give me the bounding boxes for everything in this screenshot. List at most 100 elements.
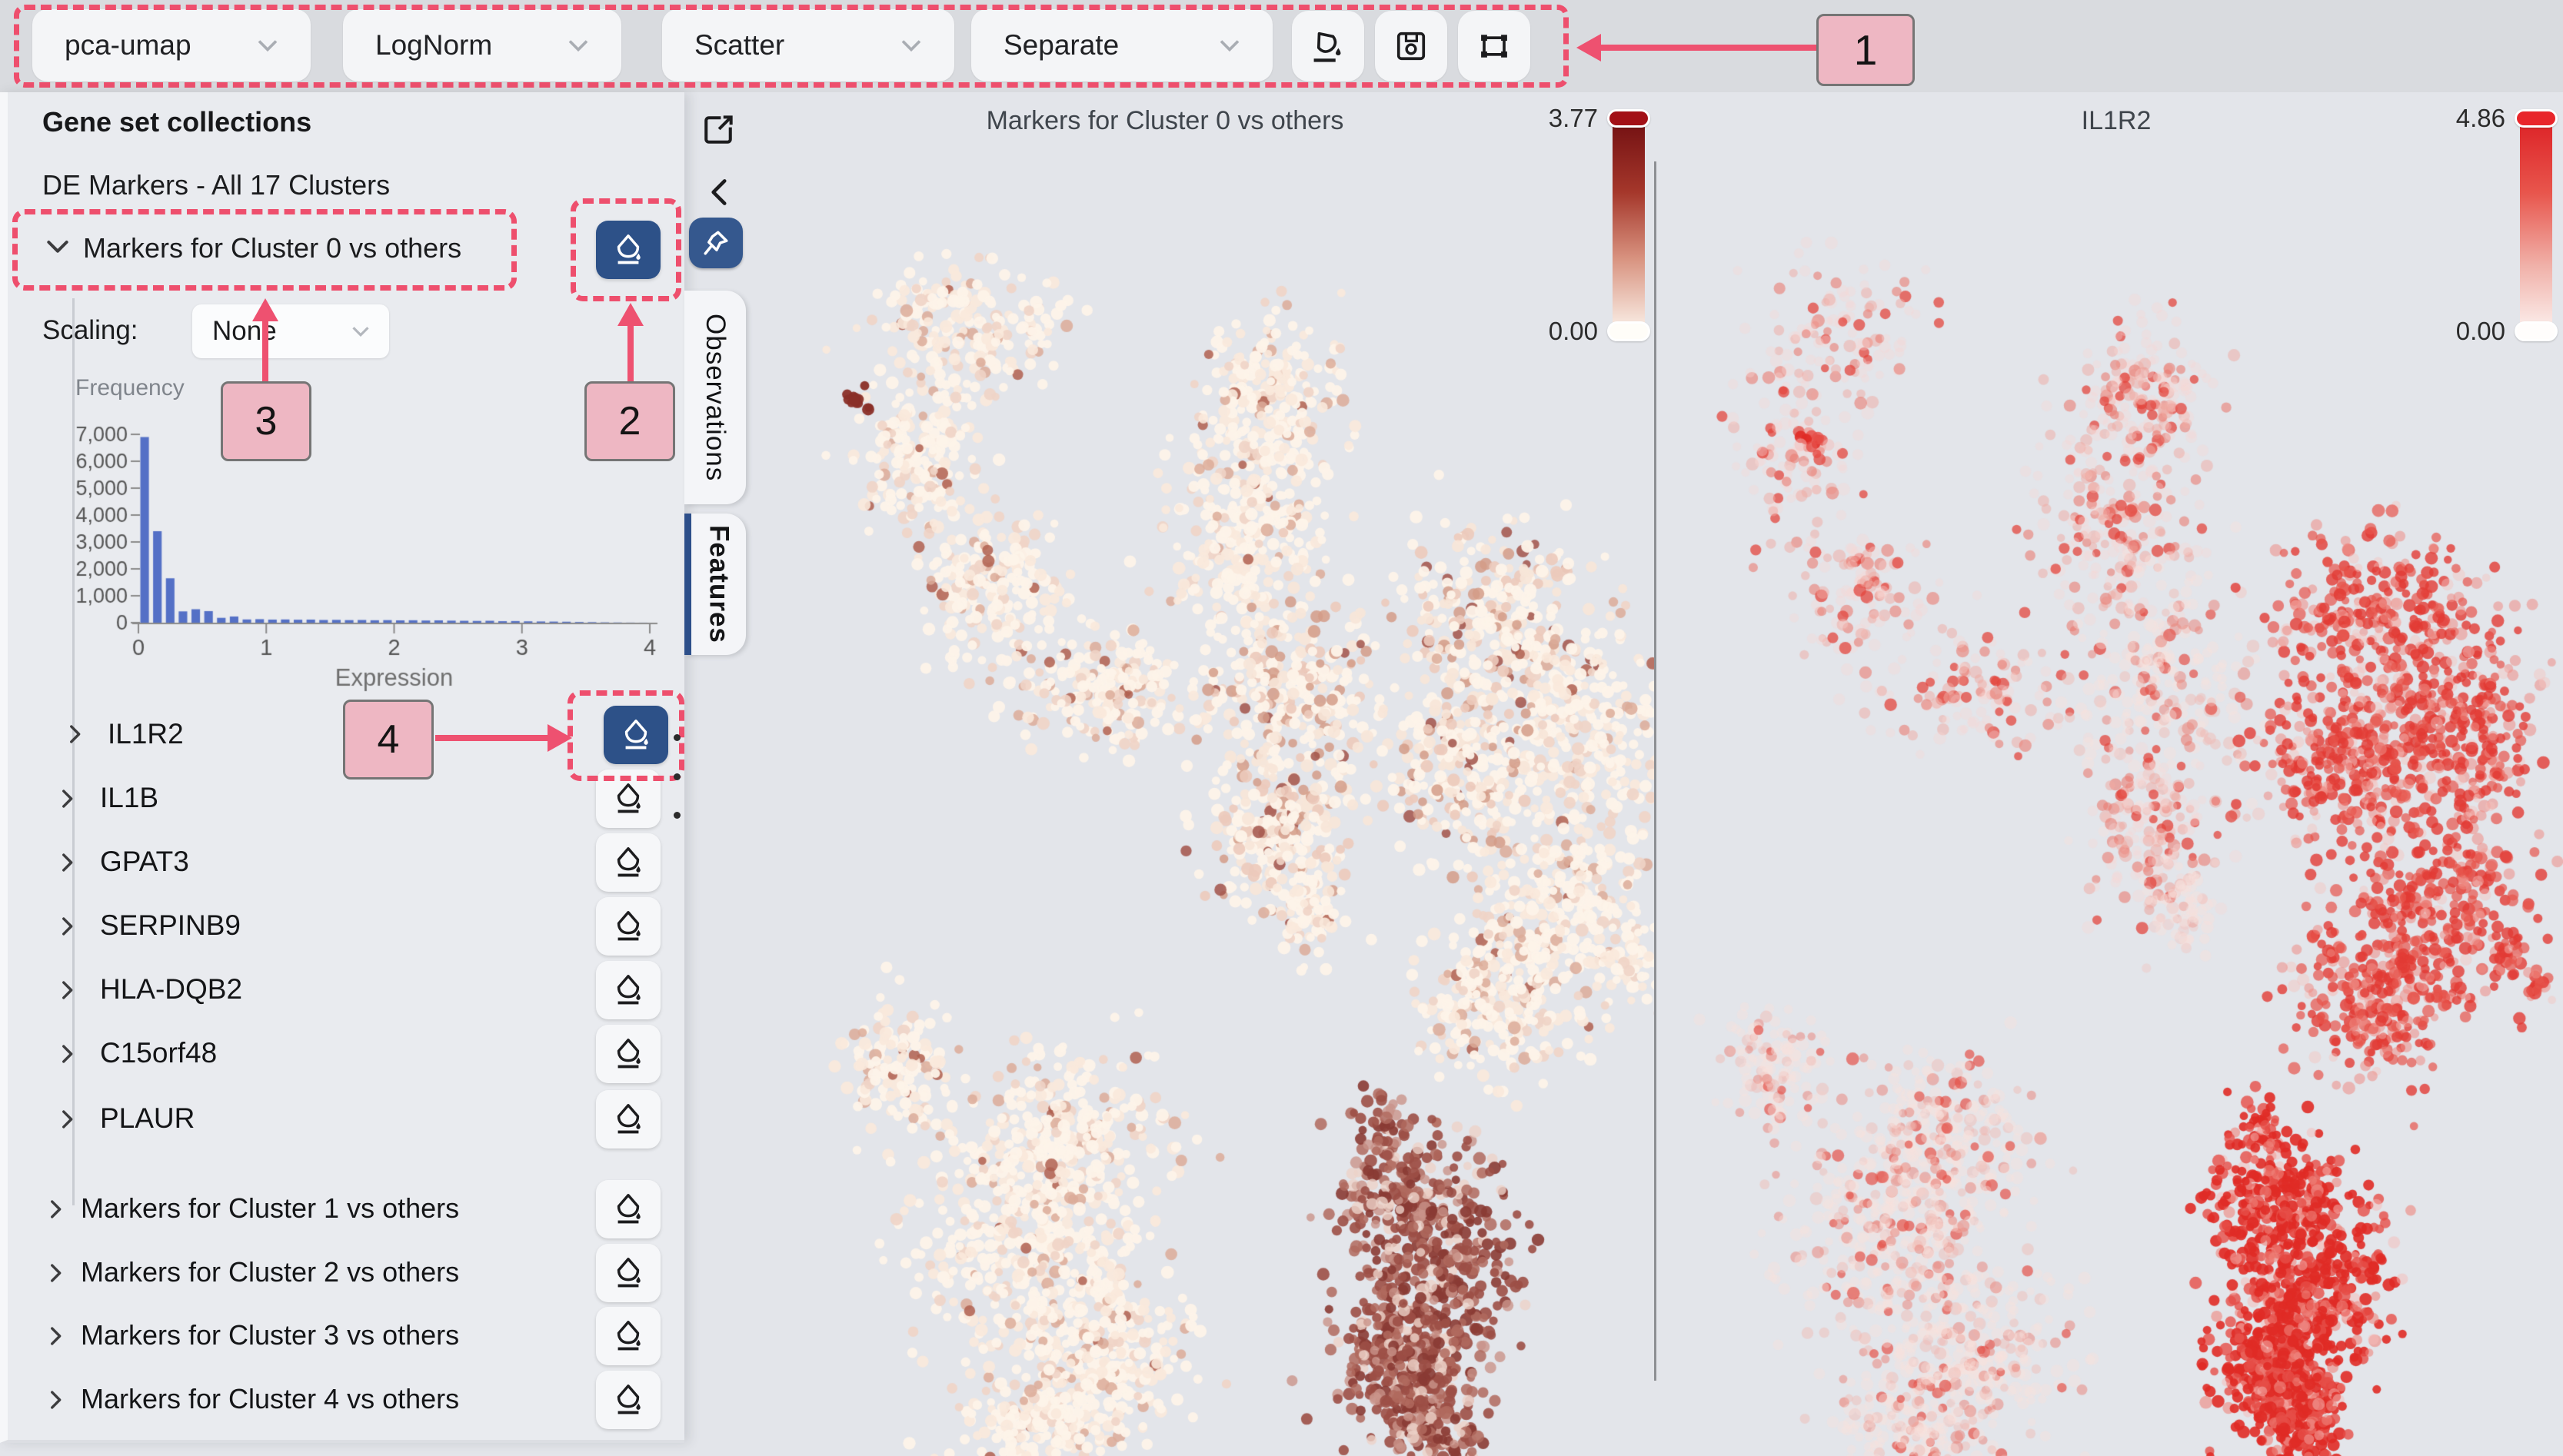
- tab-features[interactable]: Features: [684, 514, 746, 655]
- annotation-arrow-1: [1598, 45, 1816, 51]
- gene-fill-button[interactable]: [596, 1025, 661, 1083]
- gene-label[interactable]: C15orf48: [100, 1037, 217, 1069]
- annotation-arrow-3: [262, 317, 268, 381]
- gene-fill-button[interactable]: [596, 770, 661, 828]
- expand-gene-chevron[interactable]: [54, 912, 80, 941]
- gate-select-button[interactable]: [1458, 11, 1530, 81]
- gene-set-fill-button[interactable]: [596, 1244, 661, 1302]
- embedding-dropdown[interactable]: pca-umap: [32, 9, 311, 81]
- chevron-down-icon: [346, 317, 375, 346]
- gene-label[interactable]: IL1R2: [108, 718, 184, 750]
- gene-label[interactable]: SERPINB9: [100, 909, 241, 942]
- collapse-sidebar-button[interactable]: [698, 171, 741, 213]
- open-external-button[interactable]: [696, 108, 741, 152]
- layout-mode-dropdown[interactable]: Separate: [971, 9, 1273, 81]
- fill-color-icon: [611, 845, 646, 880]
- save-icon: [1391, 26, 1431, 66]
- expand-gene-set-chevron[interactable]: [42, 1321, 68, 1351]
- scaling-label: Scaling:: [42, 315, 138, 346]
- annotation-badge-2: 2: [584, 381, 675, 461]
- fill-color-icon: [611, 1255, 646, 1291]
- colorbar1-top-handle[interactable]: [1607, 109, 1650, 128]
- histogram-ylabel: Frequency: [75, 375, 185, 401]
- fill-color-icon: [611, 909, 646, 944]
- chevron-down-icon: [1213, 28, 1247, 62]
- colorbar2-top-handle[interactable]: [2515, 109, 2558, 128]
- plot-type-value: Scatter: [694, 29, 784, 61]
- expand-gene-set-chevron[interactable]: [42, 1385, 68, 1414]
- gene-fill-button[interactable]: [596, 1090, 661, 1149]
- gene-label[interactable]: PLAUR: [100, 1102, 195, 1135]
- colorbar2[interactable]: [2520, 115, 2552, 335]
- gene-sets-sidebar: Gene set collections DE Markers - All 17…: [0, 92, 684, 1443]
- annotation-badge-1: 1: [1816, 14, 1915, 86]
- gene-set-label[interactable]: Markers for Cluster 1 vs others: [81, 1192, 459, 1225]
- panel-resize-handle[interactable]: [674, 734, 681, 819]
- fill-color-icon: [611, 1318, 646, 1354]
- main-toolbar: pca-umap LogNorm Scatter Separate: [0, 0, 2563, 92]
- panel1-title: Markers for Cluster 0 vs others: [781, 106, 1549, 136]
- colorbar1-max: 3.77: [1498, 104, 1598, 133]
- gene-set-label[interactable]: Markers for Cluster 2 vs others: [81, 1256, 459, 1288]
- colorbar2-bottom-handle[interactable]: [2515, 321, 2558, 341]
- gene-label[interactable]: GPAT3: [100, 846, 189, 878]
- normalization-dropdown[interactable]: LogNorm: [343, 9, 621, 81]
- gene-set-fill-button[interactable]: [596, 1371, 661, 1429]
- annotation-arrow-2: [627, 321, 634, 383]
- normalization-value: LogNorm: [375, 29, 492, 61]
- colorbar2-max: 4.86: [2405, 104, 2505, 133]
- gene-set-label[interactable]: Markers for Cluster 4 vs others: [81, 1383, 459, 1415]
- gene-fill-button-active[interactable]: [604, 706, 668, 764]
- colorbar1-min: 0.00: [1498, 317, 1598, 346]
- panel-divider: [1654, 161, 1656, 1381]
- expand-gene-chevron[interactable]: [54, 976, 80, 1005]
- chevron-down-icon: [561, 28, 595, 62]
- set-fill-button-active[interactable]: [596, 221, 661, 279]
- annotation-badge-3: 3: [221, 381, 311, 461]
- gene-fill-button[interactable]: [596, 961, 661, 1019]
- collection-name: DE Markers - All 17 Clusters: [42, 169, 390, 201]
- gene-set-fill-button[interactable]: [596, 1180, 661, 1238]
- embedding-value: pca-umap: [65, 29, 191, 61]
- chevron-left-icon: [701, 173, 739, 211]
- fill-color-icon: [618, 717, 654, 753]
- expand-gene-chevron[interactable]: [54, 1039, 80, 1069]
- colorbar1-bottom-handle[interactable]: [1607, 321, 1650, 341]
- gene-set-fill-button[interactable]: [596, 1307, 661, 1365]
- gene-label[interactable]: HLA-DQB2: [100, 973, 242, 1006]
- expression-histogram[interactable]: [31, 400, 669, 692]
- sidebar-title: Gene set collections: [42, 106, 311, 138]
- colorbar1[interactable]: [1613, 115, 1645, 335]
- gene-fill-button[interactable]: [596, 833, 661, 892]
- gate-select-icon: [1474, 26, 1514, 66]
- gene-set-label[interactable]: Markers for Cluster 0 vs others: [83, 232, 461, 264]
- chevron-down-icon: [894, 28, 928, 62]
- plot-type-dropdown[interactable]: Scatter: [662, 9, 954, 81]
- annotation-arrow-4: [435, 735, 549, 741]
- gene-fill-button[interactable]: [596, 897, 661, 956]
- save-button[interactable]: [1375, 11, 1447, 81]
- pin-icon: [699, 226, 733, 260]
- panel2-title: IL1R2: [1732, 106, 2501, 136]
- fill-color-button[interactable]: [1292, 11, 1364, 81]
- fill-color-icon: [611, 1382, 646, 1418]
- expand-gene-set-chevron[interactable]: [42, 1258, 68, 1288]
- annotation-badge-4: 4: [343, 700, 434, 780]
- pin-sidebar-button[interactable]: [689, 218, 743, 268]
- fill-color-icon: [611, 1036, 646, 1072]
- expand-gene-chevron[interactable]: [54, 848, 80, 877]
- annotation-arrow-4-head: [548, 724, 572, 752]
- fill-color-icon: [611, 1192, 646, 1227]
- expand-gene-chevron[interactable]: [54, 784, 80, 813]
- expand-gene-chevron[interactable]: [54, 1105, 80, 1134]
- layout-mode-value: Separate: [1004, 29, 1119, 61]
- fill-color-icon: [611, 781, 646, 816]
- expand-gene-chevron[interactable]: [62, 720, 88, 749]
- tab-observations[interactable]: Observations: [684, 291, 746, 504]
- collapse-set-chevron[interactable]: [42, 231, 73, 261]
- chevron-down-icon: [251, 28, 285, 62]
- gene-set-label[interactable]: Markers for Cluster 3 vs others: [81, 1319, 459, 1351]
- gene-label[interactable]: IL1B: [100, 782, 158, 814]
- expand-gene-set-chevron[interactable]: [42, 1195, 68, 1224]
- scaling-dropdown[interactable]: None: [192, 304, 389, 358]
